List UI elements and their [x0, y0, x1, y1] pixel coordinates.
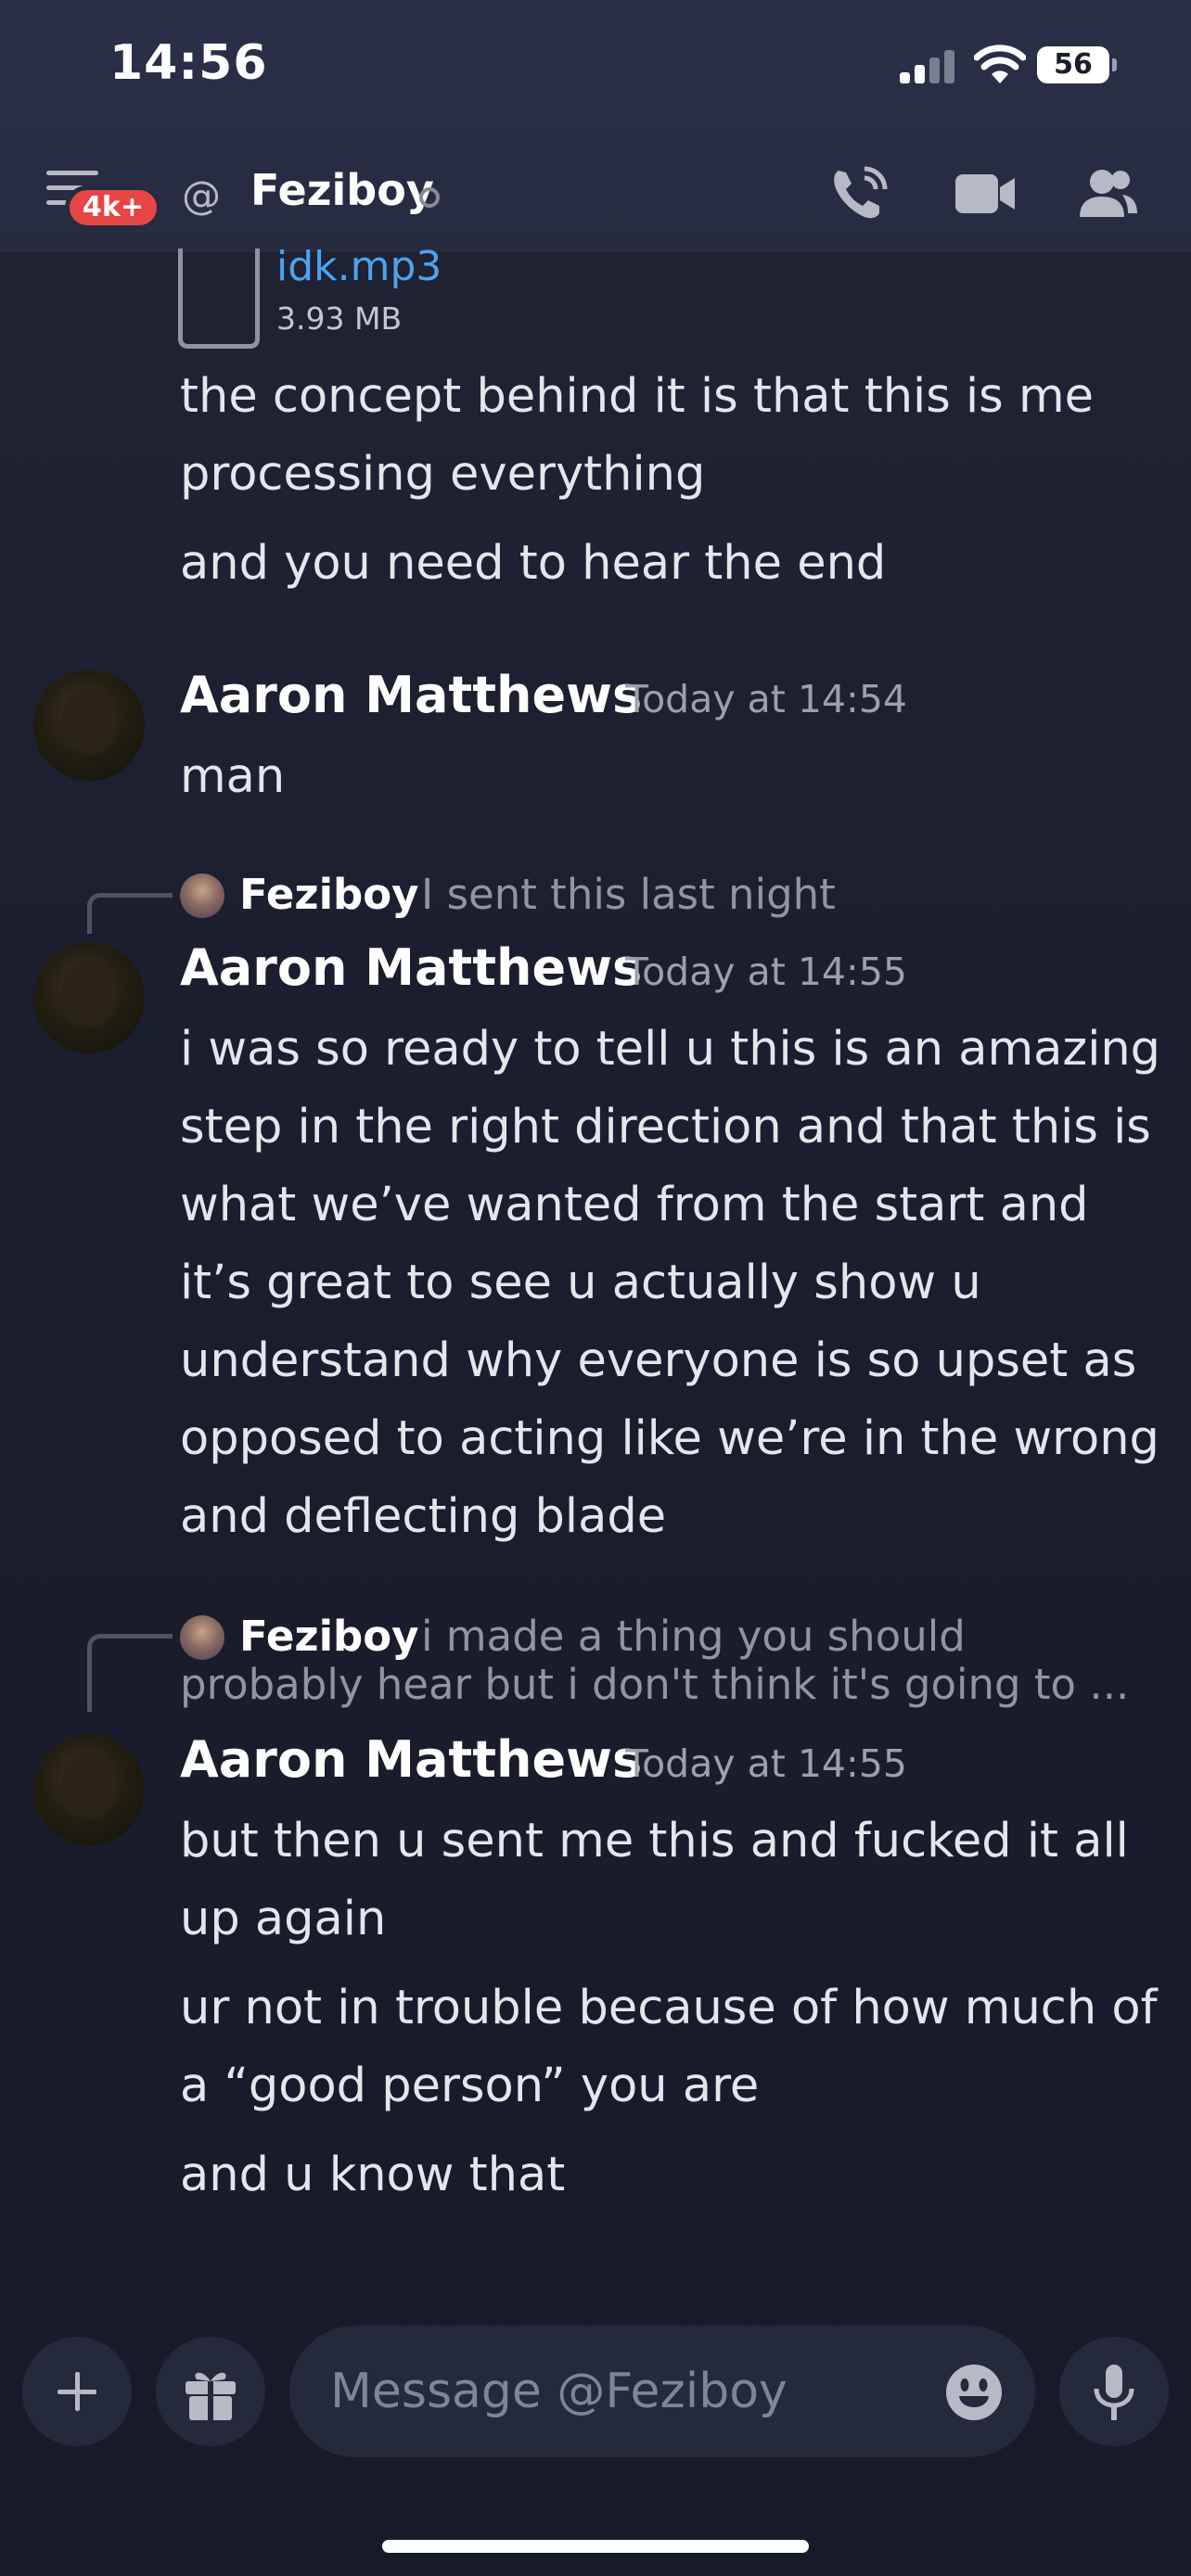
message-author[interactable]: Aaron Matthews — [180, 1730, 642, 1789]
members-icon — [1080, 170, 1137, 217]
gift-button[interactable] — [156, 2337, 265, 2446]
avatar[interactable] — [33, 1734, 145, 1845]
attachment-file-size: 3.93 MB — [276, 300, 403, 337]
reply-preview[interactable]: I sent this last night — [421, 870, 836, 919]
message-text: and u know that — [180, 2148, 566, 2202]
reply-author[interactable]: Feziboy — [239, 1612, 419, 1661]
avatar[interactable] — [33, 670, 145, 781]
reply-author[interactable]: Feziboy — [239, 870, 419, 919]
status-time: 14:56 — [109, 35, 268, 91]
microphone-icon — [1094, 2365, 1134, 2420]
top-bar: 14:56 56 4k+ @ Feziboy — [0, 0, 1191, 252]
message-text: ur not in trouble because of how much of… — [180, 1981, 1158, 2113]
plus-icon — [58, 2372, 96, 2411]
offline-status-icon — [419, 187, 440, 208]
wifi-icon — [974, 45, 1026, 85]
reply-connector — [87, 893, 173, 934]
gift-icon — [186, 2372, 236, 2420]
message-author[interactable]: Aaron Matthews — [180, 938, 642, 997]
file-icon — [178, 249, 260, 349]
video-camera-icon — [955, 174, 1015, 213]
message-composer — [289, 2326, 1035, 2457]
message-text: but then u sent me this and fucked it al… — [180, 1814, 1129, 1946]
at-icon: @ — [182, 172, 221, 218]
attach-button[interactable] — [22, 2337, 132, 2446]
message-input[interactable] — [330, 2359, 924, 2424]
dm-title[interactable]: Feziboy — [250, 165, 434, 215]
dm-screen: 14:56 56 4k+ @ Feziboy idk.mp3 3.93 MB t… — [0, 0, 1191, 2576]
message-text: i was so ready to tell u this is an amaz… — [180, 1022, 1161, 1544]
cellular-signal-icon — [900, 50, 957, 83]
phone-call-icon — [834, 166, 888, 219]
voice-message-button[interactable] — [1059, 2337, 1169, 2446]
message-text: and you need to hear the end — [180, 536, 887, 591]
unread-badge: 4k+ — [65, 185, 161, 230]
smiley-face-icon — [946, 2365, 1002, 2420]
message-text: the concept behind it is that this is me… — [180, 369, 1095, 502]
video-call-button[interactable] — [954, 163, 1018, 223]
reply-preview-continued[interactable]: probably hear but i don't think it's goi… — [180, 1660, 1129, 1709]
voice-call-button[interactable] — [829, 163, 894, 223]
reply-avatar — [180, 874, 224, 918]
members-button[interactable] — [1076, 163, 1141, 223]
message-timestamp: Today at 14:55 — [625, 1741, 907, 1786]
message-text: man — [180, 749, 286, 804]
message-author[interactable]: Aaron Matthews — [180, 666, 642, 724]
battery-indicator: 56 — [1037, 46, 1117, 83]
message-timestamp: Today at 14:54 — [625, 677, 907, 721]
reply-avatar — [180, 1615, 224, 1660]
avatar[interactable] — [33, 942, 145, 1053]
emoji-button[interactable] — [944, 2363, 1004, 2422]
reply-preview[interactable]: i made a thing you should — [421, 1612, 966, 1661]
message-timestamp: Today at 14:55 — [625, 950, 907, 994]
reply-connector — [87, 1634, 173, 1712]
home-indicator — [382, 2540, 809, 2553]
attachment-file-name[interactable]: idk.mp3 — [276, 243, 442, 290]
